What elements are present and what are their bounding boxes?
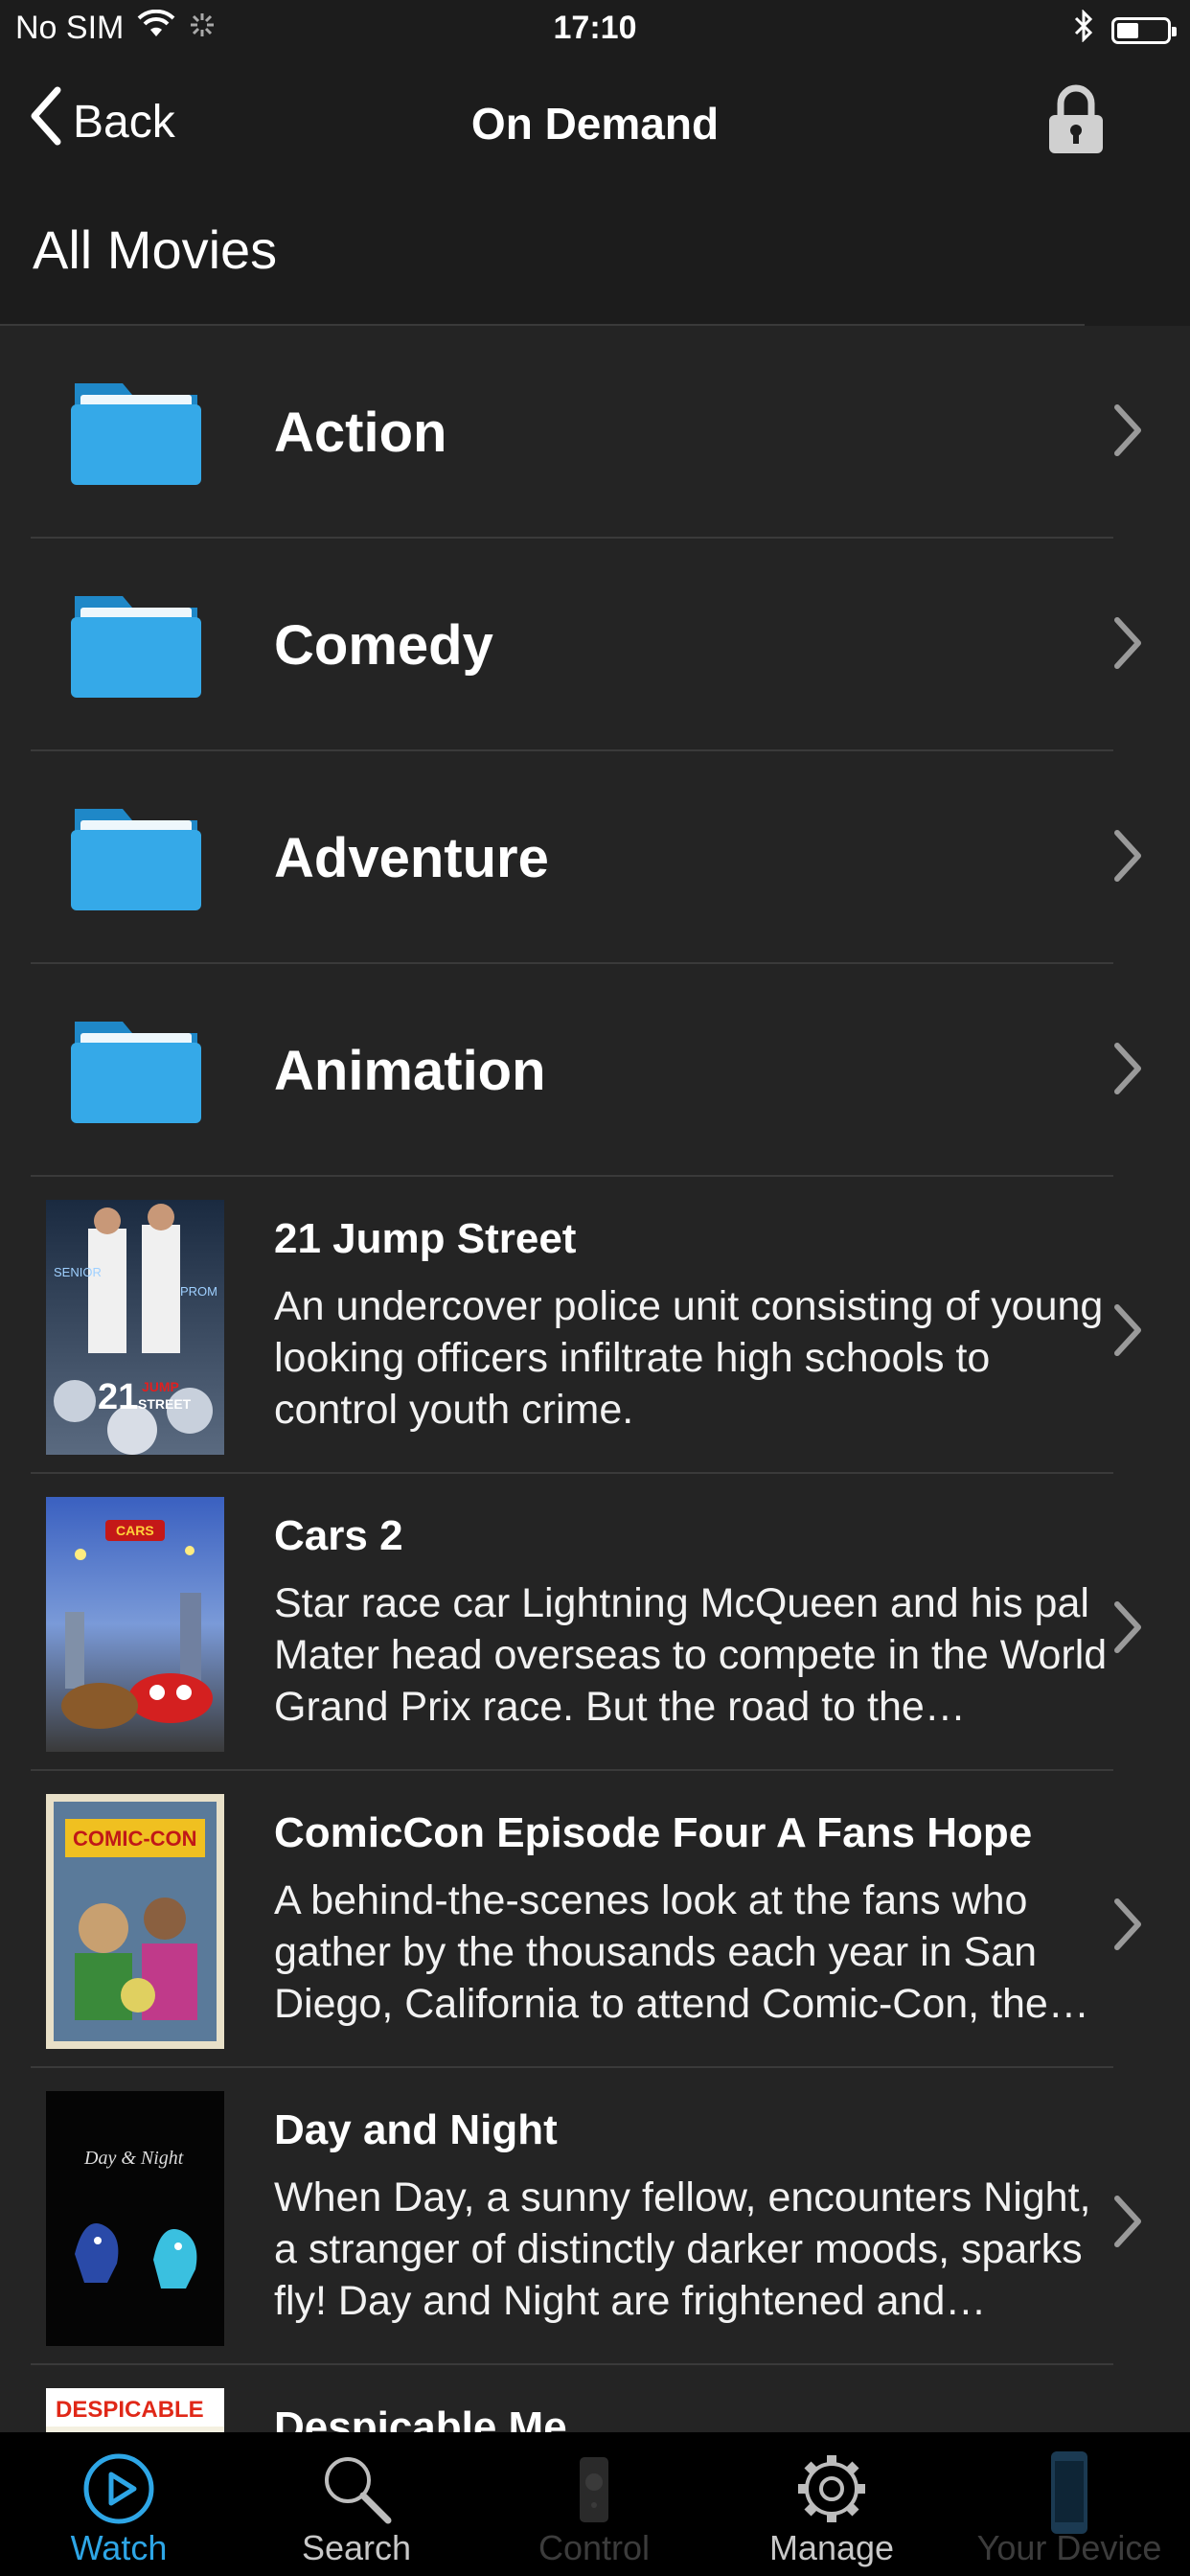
status-time: 17:10 [553, 10, 637, 46]
chevron-right-icon [1113, 1898, 1142, 1956]
folder-icon [67, 376, 205, 494]
tab-label: Watch [70, 2528, 168, 2567]
phone-icon [950, 2451, 1188, 2538]
tab-label: Search [301, 2528, 412, 2567]
folder-icon [67, 1014, 205, 1132]
section-title: All Movies [33, 219, 278, 280]
chevron-right-icon [1113, 403, 1142, 462]
poster-text: CARS [116, 1523, 154, 1538]
movie-poster: CARS [46, 1497, 224, 1752]
movie-row-cars-2[interactable]: CARS Cars 2 Star race car Lightning McQu… [0, 1474, 1190, 1771]
tab-label: Your Device [976, 2528, 1162, 2567]
chevron-right-icon [1113, 616, 1142, 675]
folder-icon [67, 801, 205, 919]
movie-row-comiccon[interactable]: COMIC-CON ComicCon Episode Four A Fans H… [0, 1771, 1190, 2068]
chevron-right-icon [1113, 1042, 1142, 1100]
content-list[interactable]: Action Comedy Adventure Animation SENIOR… [0, 326, 1190, 2432]
folder-row-comedy[interactable]: Comedy [0, 539, 1190, 751]
nav-bar: Back On Demand [0, 61, 1190, 184]
magnifier-icon [238, 2451, 475, 2526]
poster-text: JUMP [142, 1379, 179, 1394]
chevron-right-icon [1113, 1303, 1142, 1362]
movie-row-day-and-night[interactable]: Day & Night Day and Night When Day, a su… [0, 2068, 1190, 2365]
movie-title: 21 Jump Street [274, 1215, 577, 1262]
folder-label: Animation [274, 1039, 546, 1102]
tab-label: Control [538, 2528, 651, 2567]
lock-icon[interactable] [1046, 84, 1106, 160]
poster-text: COMIC-CON [73, 1827, 197, 1851]
status-bar: No SIM 17:10 [0, 0, 1190, 61]
tab-label: Manage [768, 2528, 895, 2567]
folder-icon [67, 588, 205, 706]
tab-bar: Watch Search Control Manage Your Device [0, 2432, 1190, 2576]
poster-text: STREET [138, 1396, 192, 1412]
poster-text: 21 [98, 1377, 138, 1417]
poster-text: DESPICABLE [56, 2397, 204, 2423]
folder-row-animation[interactable]: Animation [0, 964, 1190, 1177]
movie-poster: SENIOR PROM 21 JUMP STREET [46, 1200, 224, 1455]
remote-icon [475, 2451, 713, 2526]
poster-text: SENIOR [54, 1265, 102, 1279]
tab-control[interactable]: Control [475, 2432, 713, 2576]
battery-icon [1111, 16, 1177, 44]
movie-poster: DESPICABLE [46, 2388, 224, 2432]
poster-text: PROM [180, 1284, 217, 1299]
movie-title: Day and Night [274, 2106, 558, 2153]
header-area: No SIM 17:10 Back On Demand All Movies [0, 0, 1190, 326]
tab-watch[interactable]: Watch [0, 2432, 238, 2576]
chevron-right-icon [1113, 1600, 1142, 1659]
folder-label: Action [274, 401, 447, 464]
movie-row-21-jump-street[interactable]: SENIOR PROM 21 JUMP STREET 21 Jump Stree… [0, 1177, 1190, 1474]
chevron-right-icon [1113, 2195, 1142, 2253]
movie-description: When Day, a sunny fellow, encounters Nig… [274, 2174, 1091, 2324]
movie-title: Cars 2 [274, 1512, 403, 1559]
movie-row-despicable-me[interactable]: DESPICABLE Despicable Me [0, 2365, 1190, 2432]
movie-poster: COMIC-CON [46, 1794, 224, 2049]
bluetooth-icon [1073, 9, 1094, 51]
movie-poster: Day & Night [46, 2091, 224, 2346]
folder-label: Comedy [274, 613, 493, 677]
chevron-right-icon [1113, 829, 1142, 887]
tab-manage[interactable]: Manage [713, 2432, 950, 2576]
movie-description: An undercover police unit consisting of … [274, 1283, 1104, 1433]
tab-search[interactable]: Search [238, 2432, 475, 2576]
movie-description: Star race car Lightning McQueen and his … [274, 1580, 1108, 1730]
movie-title: ComicCon Episode Four A Fans Hope [274, 1809, 1033, 1856]
folder-row-adventure[interactable]: Adventure [0, 751, 1190, 964]
tab-your-device[interactable]: Your Device [950, 2432, 1188, 2576]
movie-description: A behind-the-scenes look at the fans who… [274, 1877, 1048, 2027]
page-title: On Demand [470, 99, 720, 149]
gear-icon [713, 2451, 950, 2526]
folder-row-action[interactable]: Action [0, 326, 1190, 539]
movie-title: Despicable Me [274, 2404, 567, 2432]
folder-label: Adventure [274, 826, 549, 889]
play-circle-icon [0, 2451, 238, 2526]
poster-text: Day & Night [83, 2148, 184, 2169]
